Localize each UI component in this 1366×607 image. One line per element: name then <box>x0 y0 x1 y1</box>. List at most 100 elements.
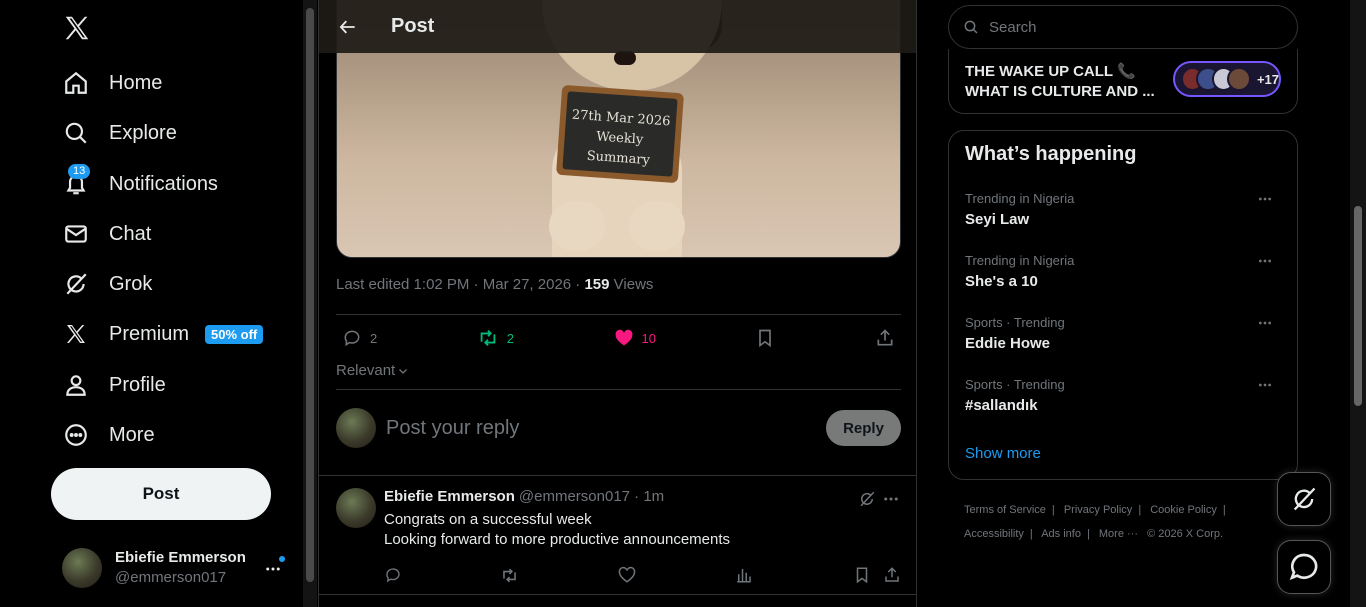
footer-link[interactable]: Privacy Policy <box>1064 504 1132 516</box>
divider <box>336 389 901 390</box>
scrollbar-thumb[interactable] <box>1354 206 1362 406</box>
space-listeners-pill[interactable]: +17 <box>1173 61 1281 97</box>
grok-icon <box>62 270 90 298</box>
bookmark-action[interactable] <box>747 328 775 348</box>
trend-context: Trending in Nigeria <box>965 253 1075 268</box>
edited-timestamp[interactable]: Last edited 1:02 PM · Mar 27, 2026 · <box>336 276 584 293</box>
analytics-icon[interactable] <box>735 566 753 584</box>
footer-link[interactable]: Accessibility <box>964 528 1024 540</box>
live-space-card[interactable]: THE WAKE UP CALL 📞 WHAT IS CULTURE AND .… <box>948 49 1298 114</box>
nav-explore-label: Explore <box>109 121 177 144</box>
more-dots-icon[interactable] <box>1257 377 1273 393</box>
bear-foot <box>549 201 605 251</box>
trend-item[interactable]: Sports · Trending #sallandık <box>965 377 1283 414</box>
reply-composer: Post your reply Reply <box>336 408 901 448</box>
more-dots-icon[interactable] <box>264 560 282 578</box>
heart-filled-icon <box>614 328 634 348</box>
nav-notifications[interactable]: 13 Notifications <box>62 164 218 204</box>
show-more-link[interactable]: Show more <box>965 445 1041 462</box>
grok-icon[interactable] <box>858 490 876 508</box>
trends-title: What’s happening <box>965 143 1137 165</box>
trend-item[interactable]: Trending in Nigeria Seyi Law <box>965 191 1283 228</box>
nav-chat-label: Chat <box>109 222 152 245</box>
nav-more[interactable]: More <box>62 415 155 455</box>
nav-profile-label: Profile <box>109 373 166 396</box>
post-meta: Last edited 1:02 PM · Mar 27, 2026 · 159… <box>336 276 653 293</box>
back-arrow-icon[interactable] <box>333 12 363 42</box>
reply-count: 2 <box>370 330 378 346</box>
board-caption: Weekly Summary <box>586 129 651 169</box>
scrollbar-thumb[interactable] <box>306 8 314 582</box>
divider <box>319 475 916 476</box>
messages-fab-button[interactable] <box>1277 540 1331 594</box>
avatar[interactable] <box>336 488 376 528</box>
footer-link[interactable]: Cookie Policy <box>1150 504 1217 516</box>
more-dots-icon[interactable] <box>882 490 900 508</box>
more-dots-icon[interactable] <box>1257 315 1273 331</box>
reply-action[interactable]: 2 <box>336 328 377 348</box>
trends-panel: What’s happening Trending in Nigeria Sey… <box>948 130 1298 480</box>
post-actions: 2 2 10 <box>336 324 901 352</box>
unread-dot <box>279 556 285 562</box>
listener-count: +17 <box>1256 71 1279 87</box>
reply-sort-dropdown[interactable]: Relevant <box>336 362 409 379</box>
search-input[interactable]: Search <box>948 5 1298 49</box>
more-circle-icon <box>62 421 90 449</box>
nav-profile[interactable]: Profile <box>62 365 166 405</box>
nav-chat[interactable]: Chat <box>62 214 151 254</box>
page-scrollbar[interactable] <box>303 0 317 607</box>
repost-icon[interactable] <box>500 566 519 585</box>
reply-input[interactable]: Post your reply <box>386 417 826 440</box>
nav-explore[interactable]: Explore <box>62 113 177 153</box>
nav-grok[interactable]: Grok <box>62 264 152 304</box>
person-icon <box>62 371 90 399</box>
views-count: 159 <box>584 276 610 293</box>
account-switcher[interactable]: Ebiefie Emmerson @emmerson017 <box>62 546 294 590</box>
nav-premium[interactable]: Premium 50% off <box>62 314 264 354</box>
share-action[interactable] <box>867 328 901 348</box>
x-logo-icon[interactable] <box>62 13 92 43</box>
trend-context: Sports · Trending <box>965 315 1065 330</box>
post-button[interactable]: Post <box>51 468 271 520</box>
reply-author-name[interactable]: Ebiefie Emmerson <box>384 488 515 505</box>
footer-links: Terms of Service | Privacy Policy | Cookie… <box>964 504 1226 540</box>
trend-context: Sports · Trending <box>965 377 1065 392</box>
bell-icon: 13 <box>62 164 91 198</box>
footer-link[interactable]: Terms of Service <box>964 504 1046 516</box>
like-count: 10 <box>641 330 656 346</box>
bookmark-icon[interactable] <box>853 566 871 584</box>
reply-button[interactable]: Reply <box>826 410 901 446</box>
copyright: © 2026 X Corp. <box>1147 528 1224 540</box>
like-action[interactable]: 10 <box>606 328 656 348</box>
repost-icon <box>477 327 499 349</box>
grok-icon <box>1290 485 1318 513</box>
reply-actions <box>384 564 901 586</box>
page-title: Post <box>391 15 435 37</box>
trend-item[interactable]: Sports · Trending Eddie Howe <box>965 315 1283 352</box>
more-dots-icon[interactable] <box>1257 253 1273 269</box>
trend-topic: Seyi Law <box>965 211 1030 228</box>
grok-fab-button[interactable] <box>1277 472 1331 526</box>
bear-nose <box>614 51 636 65</box>
heart-icon[interactable] <box>618 566 636 584</box>
chalkboard-sign: 27th Mar 2026 Weekly Summary <box>556 84 684 184</box>
repost-count: 2 <box>506 330 514 346</box>
trend-context: Trending in Nigeria <box>965 191 1075 206</box>
trend-item[interactable]: Trending in Nigeria She's a 10 <box>965 253 1283 290</box>
nav-home[interactable]: Home <box>62 63 162 103</box>
share-icon[interactable] <box>883 566 901 584</box>
repost-action[interactable]: 2 <box>469 327 514 349</box>
reply-icon[interactable] <box>384 566 402 584</box>
search-placeholder: Search <box>989 18 1037 36</box>
account-name: Ebiefie Emmerson <box>115 549 246 566</box>
reply-line: Congrats on a successful week <box>384 511 592 528</box>
share-icon <box>875 328 895 348</box>
avatar <box>1227 67 1251 91</box>
more-dots-icon[interactable] <box>1257 191 1273 207</box>
account-handle: @emmerson017 <box>115 569 227 586</box>
footer-link[interactable]: Ads info <box>1041 528 1081 540</box>
search-icon <box>62 119 90 147</box>
reply-line: Looking forward to more productive annou… <box>384 531 731 548</box>
page-scrollbar[interactable] <box>1350 0 1366 607</box>
footer-link[interactable]: More ··· <box>1099 528 1138 540</box>
